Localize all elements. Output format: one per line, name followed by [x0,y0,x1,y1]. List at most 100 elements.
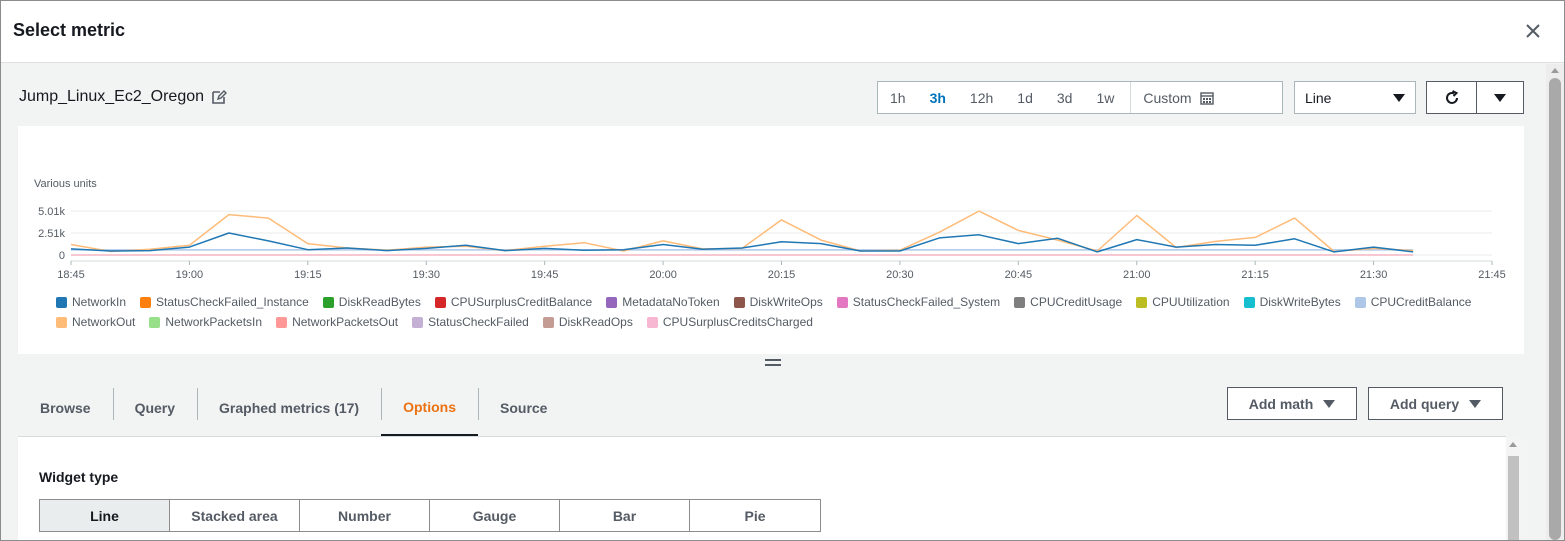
chevron-down-icon [1393,94,1405,102]
resize-handle[interactable] [765,359,781,371]
legend-item[interactable]: NetworkIn [56,295,126,309]
legend-label: CPUCreditUsage [1030,295,1123,309]
legend-item[interactable]: DiskWriteOps [733,295,823,309]
legend-item[interactable]: NetworkPacketsIn [149,315,262,329]
x-tick-label: 20:45 [1005,269,1033,281]
legend-label: NetworkOut [72,315,136,329]
legend-swatch [412,316,424,328]
chart-type-select[interactable]: Line [1294,81,1416,114]
legend-label: StatusCheckFailed_Instance [156,295,309,309]
caret-down-icon [1494,93,1506,102]
legend-swatch [542,316,554,328]
legend-swatch [1354,296,1366,308]
legend-item[interactable]: CPUCreditUsage [1014,295,1122,309]
legend-item[interactable]: DiskReadBytes [322,295,421,309]
time-range-1d[interactable]: 1d [1005,82,1045,113]
tab-options[interactable]: Options [381,379,478,436]
line-chart: Various units 0 2.51k 5.01k 18:45 19:00 19:15 1… [34,178,1506,281]
x-tick-label: 20:00 [649,269,677,281]
legend-label: CPUSurplusCreditsCharged [662,315,813,329]
tab-graphed-metrics[interactable]: Graphed metrics (17) [197,379,381,436]
legend-swatch [56,316,67,328]
widget-type-bar[interactable]: Bar [560,500,690,531]
time-range-3d[interactable]: 3d [1045,82,1085,113]
legend-item[interactable]: NetworkPacketsOut [276,315,398,329]
x-tick-label: 19:00 [176,269,204,281]
legend-label: MetadataNoToken [622,295,720,309]
legend-swatch [140,296,152,308]
x-tick-label: 19:15 [294,269,322,281]
legend-swatch [276,316,288,328]
refresh-button[interactable] [1427,82,1477,113]
x-tick-label: 18:45 [57,269,85,281]
legend-item[interactable]: NetworkOut [56,315,135,329]
scroll-up-icon [1551,68,1559,73]
legend-item[interactable]: CPUUtilization [1136,295,1230,309]
tab-bar: Browse Query Graphed metrics (17) Option… [18,379,569,436]
legend-item[interactable]: StatusCheckFailed [412,315,529,329]
legend-label: CPUCreditBalance [1370,295,1472,309]
legend-label: DiskWriteOps [749,295,823,309]
legend-item[interactable]: DiskReadOps [542,315,633,329]
caret-down-icon [1469,399,1482,408]
legend-label: CPUUtilization [1152,295,1230,309]
legend-swatch [149,316,161,328]
legend-item[interactable]: CPUCreditBalance [1354,295,1472,309]
widget-type-selector: Line Stacked area Number Gauge Bar Pie [39,499,821,532]
calendar-icon [1199,91,1214,105]
x-tick-label: 21:30 [1360,269,1388,281]
scrollbar-thumb[interactable] [1549,78,1561,540]
legend-swatch [434,296,446,308]
time-range-custom[interactable]: Custom [1130,82,1225,113]
modal-scrollbar[interactable] [1546,64,1564,540]
add-query-label: Add query [1389,395,1460,412]
add-query-button[interactable]: Add query [1368,387,1503,420]
y-axis-label: Various units [34,178,97,190]
legend-item[interactable]: MetadataNoToken [606,295,720,309]
y-tick-label: 5.01k [38,206,65,218]
widget-type-stacked-area[interactable]: Stacked area [170,500,300,531]
legend-label: CPUSurplusCreditBalance [450,295,593,309]
chart-panel: Various units 0 2.51k 5.01k 18:45 19:00 19:15 1… [18,126,1524,354]
x-tick-label: 19:45 [531,269,559,281]
legend-swatch [1243,296,1255,308]
time-range-1h[interactable]: 1h [878,82,918,113]
refresh-icon [1445,89,1458,104]
legend-swatch [646,316,658,328]
x-tick-label: 20:15 [768,269,796,281]
scrollbar-thumb[interactable] [1508,456,1519,540]
tab-query[interactable]: Query [112,379,197,436]
refresh-interval-dropdown[interactable] [1477,82,1523,113]
legend-item[interactable]: CPUSurplusCreditBalance [434,295,593,309]
x-tick-label: 21:00 [1123,269,1151,281]
time-range-custom-label: Custom [1143,89,1192,106]
widget-type-pie[interactable]: Pie [690,500,820,531]
modal-title: Select metric [13,20,126,40]
edit-icon[interactable] [211,89,227,105]
refresh-button-group [1426,81,1524,114]
legend-item[interactable]: StatusCheckFailed_Instance [140,295,309,309]
time-range-1w[interactable]: 1w [1084,82,1126,113]
legend-item[interactable]: CPUSurplusCreditsCharged [646,315,813,329]
widget-type-number[interactable]: Number [300,500,430,531]
widget-type-gauge[interactable]: Gauge [430,500,560,531]
legend-label: NetworkPacketsIn [165,315,263,329]
tab-browse[interactable]: Browse [18,379,113,436]
time-range-3h[interactable]: 3h [918,82,958,113]
legend-swatch [1014,296,1026,308]
close-icon[interactable] [1521,19,1545,43]
add-math-button[interactable]: Add math [1227,387,1357,420]
legend-item[interactable]: DiskWriteBytes [1243,295,1341,309]
time-range-12h[interactable]: 12h [958,82,1005,113]
legend-label: DiskWriteBytes [1259,295,1341,309]
widget-type-line[interactable]: Line [40,500,170,531]
select-metric-modal: Select metric Jump_Linux_Ec2_Oregon 1h 3… [0,0,1565,541]
legend-label: StatusCheckFailed [428,315,529,329]
chart-legend: NetworkIn StatusCheckFailed_Instance DiskR… [56,292,1506,332]
tab-source[interactable]: Source [478,379,569,436]
legend-item[interactable]: StatusCheckFailed_System [836,295,1000,309]
options-scrollbar[interactable] [1506,438,1521,540]
legend-swatch [836,296,848,308]
legend-swatch [606,296,618,308]
scroll-up-icon [1509,442,1517,447]
